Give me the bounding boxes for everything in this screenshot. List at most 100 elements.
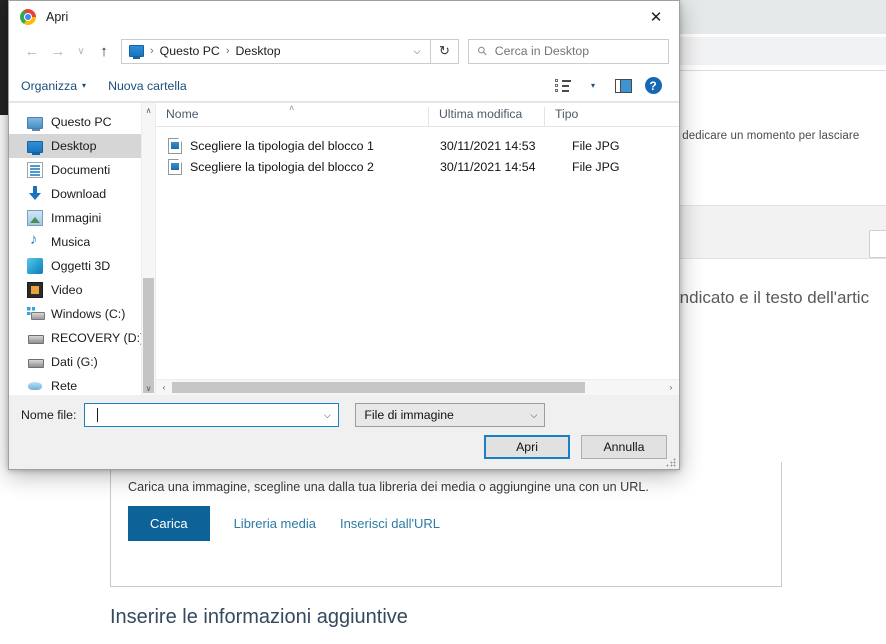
resize-grip[interactable] [666,457,676,467]
preview-pane-button[interactable] [609,74,637,98]
breadcrumb-separator-icon: › [225,45,230,57]
chevron-down-icon: ⌵ [530,409,538,420]
dialog-titlebar[interactable]: Apri ✕ [9,1,679,32]
sidebar-item-label: Musica [51,235,91,249]
desktop-icon [27,140,43,155]
scroll-up-icon[interactable]: ∧ [142,103,155,117]
sidebar-item-oggetti-3d[interactable]: Oggetti 3D [9,254,141,278]
view-mode-button[interactable] [549,74,577,98]
file-type: File JPG [572,138,620,153]
help-button[interactable]: ? [639,74,667,98]
column-header-nome[interactable]: Nome [156,107,428,126]
sidebar-item-label: Documenti [51,163,111,177]
sidebar-item-dati-g[interactable]: Dati (G:) [9,350,141,374]
computer-icon [129,45,144,59]
sidebar-item-label: Download [51,187,107,201]
media-library-link[interactable]: Libreria media [234,516,316,531]
breadcrumb-item-desktop[interactable]: Desktop [236,44,281,58]
sidebar-item-label: Rete [51,379,78,393]
pictures-icon [27,210,43,226]
file-list-pane: ˄ Nome Ultima modifica Tipo Scegliere la… [156,103,679,395]
table-row[interactable]: Scegliere la tipologia del blocco 2 30/1… [156,156,679,177]
file-list-header: ˄ Nome Ultima modifica Tipo [156,103,679,127]
breadcrumb-item-questo-pc[interactable]: Questo PC [160,44,220,58]
sidebar-item-immagini[interactable]: Immagini [9,206,141,230]
cancel-button[interactable]: Annulla [581,435,667,459]
sidebar-item-label: Immagini [51,211,102,225]
dialog-title: Apri [46,9,69,24]
sidebar-item-windows-c[interactable]: Windows (C:) [9,302,141,326]
scroll-down-icon[interactable]: ∨ [142,381,155,395]
file-type-filter-value: File di immagine [364,408,454,422]
organize-menu[interactable]: Organizza ▾ [21,79,86,93]
page-section-heading: Inserire le informazioni aggiuntive [110,606,408,628]
file-modified: 30/11/2021 14:54 [440,159,536,174]
new-folder-button[interactable]: Nuova cartella [108,79,187,93]
dialog-command-bar: Organizza ▾ Nuova cartella ▾ ? [9,70,679,102]
scrollbar-thumb[interactable] [172,382,585,393]
scroll-right-icon[interactable]: › [663,383,679,392]
filename-input[interactable]: ⌵ [84,403,340,427]
network-icon [27,378,43,394]
drive-icon [27,354,44,370]
back-icon[interactable]: ← [19,38,45,64]
background-input-field[interactable] [869,230,886,258]
sidebar-item-rete[interactable]: Rete [9,374,141,395]
search-box[interactable]: ⚲ Cerca in Desktop [468,38,669,64]
music-icon [27,231,43,250]
close-icon[interactable]: ✕ [633,1,679,32]
sidebar-item-label: RECOVERY (D:) [51,331,141,345]
jpg-file-icon [168,137,182,154]
dialog-navigation-bar: ← → ∨ ↑ › Questo PC › Desktop ⌵ ↻ ⚲ Cerc… [9,32,679,70]
open-button[interactable]: Apri [484,435,570,459]
help-icon: ? [644,77,662,94]
scroll-left-icon[interactable]: ‹ [156,383,172,392]
insert-from-url-link[interactable]: Inserisci dall'URL [340,516,440,531]
forward-icon[interactable]: → [45,38,71,64]
chrome-icon [20,8,36,25]
breadcrumb-separator-icon: › [150,45,154,57]
sidebar-item-musica[interactable]: Musica [9,230,141,254]
documents-icon [27,162,43,178]
upload-button[interactable]: Carica [128,506,210,541]
sidebar-item-label: Video [51,283,83,297]
sidebar-item-label: Windows (C:) [51,307,126,321]
sidebar-item-desktop[interactable]: Desktop [9,134,141,158]
sidebar-item-video[interactable]: Video [9,278,141,302]
sidebar-item-label: Oggetti 3D [51,259,111,273]
computer-icon [27,116,43,131]
file-name: Scegliere la tipologia del blocco 2 [190,159,374,174]
drive-icon [27,330,44,346]
dialog-body: Questo PC Desktop Documenti Download Imm… [9,102,679,395]
file-type-filter-dropdown[interactable]: File di immagine ⌵ [355,403,546,427]
up-one-level-icon[interactable]: ↑ [91,38,117,64]
organize-label: Organizza [21,78,78,93]
view-mode-dropdown[interactable]: ▾ [579,74,607,98]
chevron-down-icon[interactable]: ⌵ [316,404,338,426]
file-name: Scegliere la tipologia del blocco 1 [190,138,374,153]
video-icon [27,282,43,298]
recent-locations-icon[interactable]: ∨ [71,38,91,64]
navigation-pane-scrollbar[interactable]: ∧ ∨ [141,103,155,395]
file-list-rows: Scegliere la tipologia del blocco 1 30/1… [156,127,679,379]
scrollbar-thumb[interactable] [143,278,154,393]
refresh-icon[interactable]: ↻ [431,38,459,64]
column-header-tipo[interactable]: Tipo [544,107,679,126]
file-type: File JPG [572,159,620,174]
sidebar-item-recovery-d[interactable]: RECOVERY (D:) [9,326,141,350]
dialog-footer: Nome file: ⌵ File di immagine ⌵ Apri Ann… [9,395,679,469]
filename-row: Nome file: ⌵ File di immagine ⌵ [21,403,667,427]
column-header-ultima-modifica[interactable]: Ultima modifica [428,107,544,126]
address-bar[interactable]: › Questo PC › Desktop ⌵ [121,38,431,64]
sidebar-item-download[interactable]: Download [9,182,141,206]
preview-pane-icon [614,78,632,93]
chevron-down-icon[interactable]: ⌵ [404,40,430,63]
file-list-horizontal-scrollbar[interactable]: ‹ › [156,379,679,395]
table-row[interactable]: Scegliere la tipologia del blocco 1 30/1… [156,135,679,156]
windows-drive-icon [27,306,45,322]
sidebar-item-documenti[interactable]: Documenti [9,158,141,182]
sidebar-item-questo-pc[interactable]: Questo PC [9,110,141,134]
command-bar-right-icons: ▾ ? [549,74,667,98]
navigation-pane-list: Questo PC Desktop Documenti Download Imm… [9,103,141,395]
chevron-down-icon: ▾ [82,81,87,90]
